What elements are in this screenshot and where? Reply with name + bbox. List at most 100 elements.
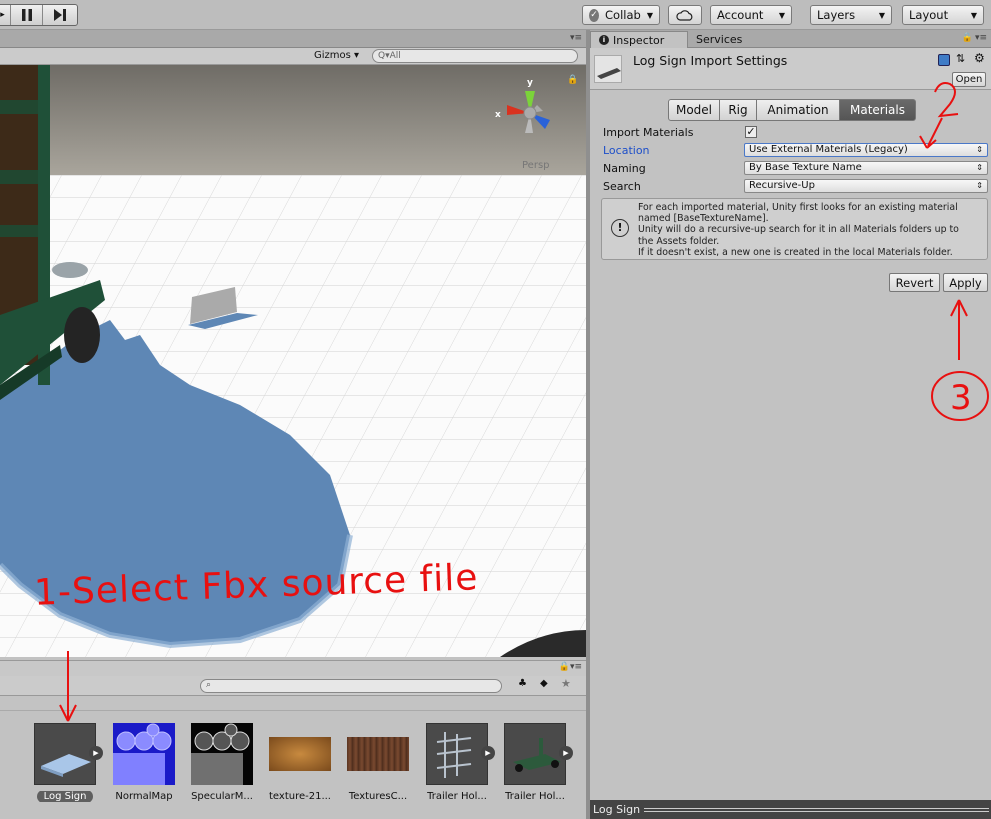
import-materials-checkbox[interactable]: ✓ (745, 126, 757, 138)
settings-gear-icon[interactable]: ⚙ (974, 51, 985, 65)
tab-rig[interactable]: Rig (719, 99, 757, 121)
asset-thumbnail (191, 723, 253, 785)
help-line: named [BaseTextureName]. (638, 213, 769, 225)
project-search-field[interactable]: ⌕ (200, 679, 502, 693)
footer-rule (644, 807, 989, 812)
lock-icon[interactable]: 🔒 (567, 75, 578, 85)
asset-item[interactable]: TexturesC... (343, 723, 413, 802)
apply-button[interactable]: Apply (943, 273, 988, 292)
panel-lock-icon[interactable]: 🔒 (962, 33, 973, 43)
asset-label: texture-21... (269, 791, 331, 802)
tab-services[interactable]: Services (688, 31, 750, 48)
trailer-rail (0, 170, 40, 184)
collab-dropdown[interactable]: ✓ Collab ▼ (582, 5, 660, 25)
expand-arrow-icon[interactable]: ▶ (89, 746, 103, 760)
expand-arrow-icon[interactable]: ▶ (559, 746, 573, 760)
inspector-title: Log Sign Import Settings (633, 53, 788, 68)
asset-label: Log Sign (30, 791, 100, 802)
panel-menu-icon[interactable]: ▾≡ (570, 662, 582, 672)
step-button[interactable] (43, 5, 77, 25)
axis-y-label: y (527, 78, 533, 88)
scene-header: Gizmos ▾ Q▾All (0, 48, 586, 65)
asset-label: Trailer Hol... (427, 791, 487, 802)
tab-animation[interactable]: Animation (756, 99, 840, 121)
tab-services-label: Services (696, 33, 743, 46)
tab-model[interactable]: Model (668, 99, 720, 121)
help-line: Unity will do a recursive-up search for … (638, 224, 959, 236)
asset-item[interactable]: SpecularM... (187, 723, 257, 802)
asset-item[interactable]: texture-21... (265, 723, 335, 802)
chevron-down-icon: ▼ (778, 10, 785, 20)
help-line: the Assets folder. (638, 235, 720, 247)
account-dropdown[interactable]: Account ▼ (710, 5, 792, 25)
tab-materials-label: Materials (849, 103, 905, 117)
apply-label: Apply (949, 275, 982, 290)
filter-label-icon[interactable]: ◆ (540, 678, 548, 689)
scene-view[interactable]: y x 🔒 Persp 1-Select Fbx source file (0, 65, 586, 657)
help-book-icon[interactable] (938, 54, 950, 66)
chevron-down-icon: ▼ (878, 10, 885, 20)
annotation-arrow-1 (59, 651, 77, 722)
favorite-star-icon[interactable]: ★ (561, 677, 571, 690)
cloud-icon (676, 10, 693, 21)
step-icon (54, 9, 66, 21)
filter-type-icon[interactable]: ♣ (518, 678, 527, 689)
search-placeholder: Q▾All (378, 51, 401, 61)
pause-icon (21, 9, 32, 21)
expand-arrow-icon[interactable]: ▶ (481, 746, 495, 760)
project-asset-grid: ▶ Log Sign NormalMap SpecularM... textur… (0, 651, 586, 819)
annotation-step-3: 3 (950, 378, 972, 418)
updown-arrow-icon: ⇕ (976, 163, 983, 172)
orientation-gizmo[interactable]: y x (495, 73, 565, 153)
revert-label: Revert (895, 275, 934, 290)
revert-button[interactable]: Revert (889, 273, 940, 292)
asset-thumbnail: ▶ (426, 723, 495, 785)
cloud-button[interactable] (668, 5, 702, 25)
asset-thumbnail (113, 723, 175, 785)
persp-label[interactable]: Persp (522, 160, 550, 171)
naming-label: Naming (603, 162, 646, 175)
location-value: Use External Materials (Legacy) (749, 144, 908, 155)
search-dropdown[interactable]: Recursive-Up ⇕ (744, 179, 988, 193)
pause-button[interactable] (11, 5, 43, 25)
help-line: If it doesn't exist, a new one is create… (638, 246, 953, 258)
help-box: ! For each imported material, Unity firs… (601, 198, 988, 260)
asset-item[interactable]: ▶ Trailer Hol... (422, 723, 495, 802)
search-label: Search (603, 180, 641, 193)
naming-value: By Base Texture Name (749, 162, 862, 173)
asset-label: TexturesC... (348, 791, 408, 802)
scene-search-field[interactable]: Q▾All (372, 49, 578, 63)
layout-dropdown[interactable]: Layout ▼ (902, 5, 984, 25)
gizmos-dropdown[interactable]: Gizmos ▾ (314, 50, 359, 61)
layout-label: Layout (909, 8, 949, 22)
trailer-rail (0, 100, 40, 114)
main-toolbar: ▸ ✓ Collab ▼ Account ▼ Layers ▼ Layout ▼ (0, 0, 991, 30)
layers-label: Layers (817, 8, 856, 22)
chevron-down-icon: ▼ (970, 10, 977, 20)
asset-label: NormalMap (115, 791, 173, 802)
trailer-hitch (52, 262, 88, 278)
scene-tab-strip: ▾≡ (0, 30, 586, 48)
asset-preview-icon (594, 55, 622, 83)
axis-x-label: x (495, 110, 501, 120)
panel-menu-icon[interactable]: ▾≡ (570, 33, 582, 43)
panel-lock-icon[interactable]: 🔒 (559, 662, 570, 672)
location-label: Location (603, 144, 650, 157)
asset-label: Trailer Hol... (505, 791, 565, 802)
asset-item[interactable]: ▶ Log Sign (30, 723, 103, 802)
play-controls: ▸ (0, 4, 78, 26)
asset-item[interactable]: NormalMap (109, 723, 179, 802)
layers-dropdown[interactable]: Layers ▼ (810, 5, 892, 25)
tab-inspector[interactable]: i Inspector (590, 31, 688, 48)
inspector-footer: Log Sign (590, 800, 991, 819)
asset-thumbnail: ▶ (34, 723, 103, 785)
preset-sliders-icon[interactable]: ⇅ (956, 52, 965, 65)
asset-item[interactable]: ▶ Trailer Hol... (500, 723, 573, 802)
naming-dropdown[interactable]: By Base Texture Name ⇕ (744, 161, 988, 175)
check-circle-icon: ✓ (589, 8, 600, 22)
play-button[interactable]: ▸ (0, 5, 11, 25)
panel-menu-icon[interactable]: ▾≡ (975, 33, 987, 43)
help-line: For each imported material, Unity first … (638, 202, 958, 213)
tab-inspector-label: Inspector (613, 33, 665, 47)
trailer-rail (0, 225, 40, 237)
